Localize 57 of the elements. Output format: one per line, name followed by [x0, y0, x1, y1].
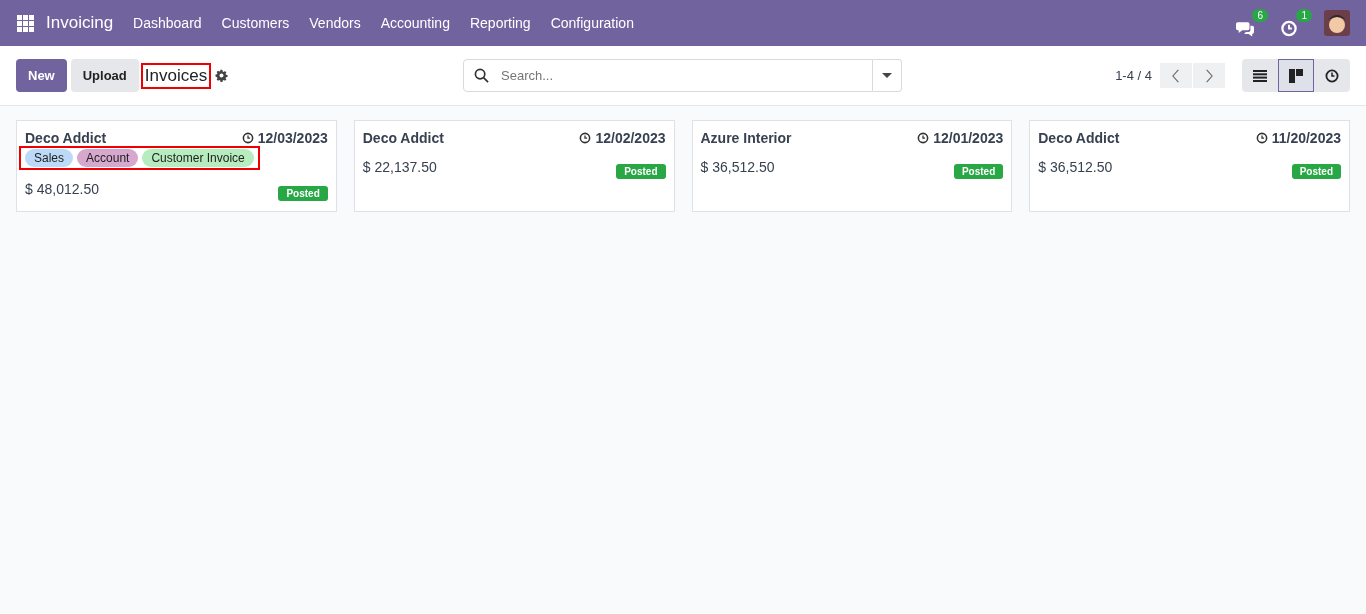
activities-button[interactable]: 1 [1280, 9, 1312, 37]
settings-icon[interactable] [215, 69, 229, 82]
status-badge: Posted [616, 164, 666, 179]
invoice-card[interactable]: Deco Addict 11/20/2023 $ 36,512.50 Posted [1029, 120, 1350, 212]
menu-item[interactable]: Customers [221, 15, 290, 31]
apps-menu-icon[interactable] [17, 14, 34, 32]
lines-icon [1253, 68, 1267, 83]
caret-icon [882, 72, 892, 79]
clock-icon [917, 132, 930, 144]
search-bar[interactable]: Search... [463, 59, 873, 92]
search-options-toggle[interactable] [873, 59, 902, 92]
clock-icon [1325, 68, 1339, 83]
kanban-view-button[interactable] [1278, 59, 1314, 92]
menu-item[interactable]: Configuration [550, 15, 634, 31]
chat-bubbles-icon [1236, 20, 1254, 37]
status-badge: Posted [278, 186, 328, 201]
partner-name: Deco Addict [1038, 130, 1120, 146]
menu-item[interactable]: Dashboard [133, 15, 202, 31]
partner-name: Deco Addict [362, 130, 444, 146]
invoice-date: 12/01/2023 [933, 130, 1004, 146]
clock-icon [1280, 20, 1298, 37]
menu-item[interactable]: Vendors [309, 15, 361, 31]
menu-item[interactable]: Accounting [380, 15, 450, 31]
clock-icon [579, 132, 592, 144]
chevron-right-icon [1205, 68, 1213, 83]
invoice-date: 12/02/2023 [595, 130, 666, 146]
tag: Customer Invoice [142, 149, 254, 167]
page-title: Invoices [142, 64, 210, 87]
search-icon [474, 68, 489, 83]
invoice-card[interactable]: Azure Interior 12/01/2023 $ 36,512.50 Posted [691, 120, 1013, 212]
amount-total: $ 36,512.50 [1038, 158, 1113, 175]
chevron-left-icon [1172, 68, 1180, 83]
invoice-card[interactable]: Deco Addict 12/02/2023 $ 22,137.50 Posted [353, 120, 675, 212]
activity-count-badge: 1 [1296, 9, 1312, 22]
tag: Sales [25, 149, 74, 167]
tag: Account [77, 149, 139, 167]
amount-total: $ 22,137.50 [362, 158, 437, 175]
messages-button[interactable]: 6 [1236, 9, 1268, 37]
status-badge: Posted [953, 164, 1004, 179]
amount-total: $ 36,512.50 [700, 158, 775, 175]
user-avatar-icon[interactable] [1324, 10, 1350, 36]
invoice-date: 11/20/2023 [1271, 130, 1341, 146]
partner-name: Azure Interior [700, 130, 792, 146]
status-badge: Posted [1291, 164, 1341, 179]
columns-icon [1289, 68, 1303, 83]
new-button[interactable]: New [16, 59, 67, 92]
clock-icon [241, 132, 254, 144]
partner-name: Deco Addict [25, 130, 107, 146]
message-count-badge: 6 [1252, 9, 1268, 22]
app-name-link[interactable]: Invoicing [46, 13, 114, 33]
invoice-date: 12/03/2023 [257, 130, 328, 146]
clock-icon [1255, 132, 1268, 144]
menu-item[interactable]: Reporting [469, 15, 531, 31]
invoice-card[interactable]: Deco Addict 12/03/2023 Sales Account Customer Invoice $ 48,012.50 Posted [16, 120, 337, 212]
upload-button[interactable]: Upload [70, 59, 139, 92]
amount-total: $ 48,012.50 [25, 180, 99, 197]
pager-value: 1-4 / 4 [1115, 68, 1152, 83]
